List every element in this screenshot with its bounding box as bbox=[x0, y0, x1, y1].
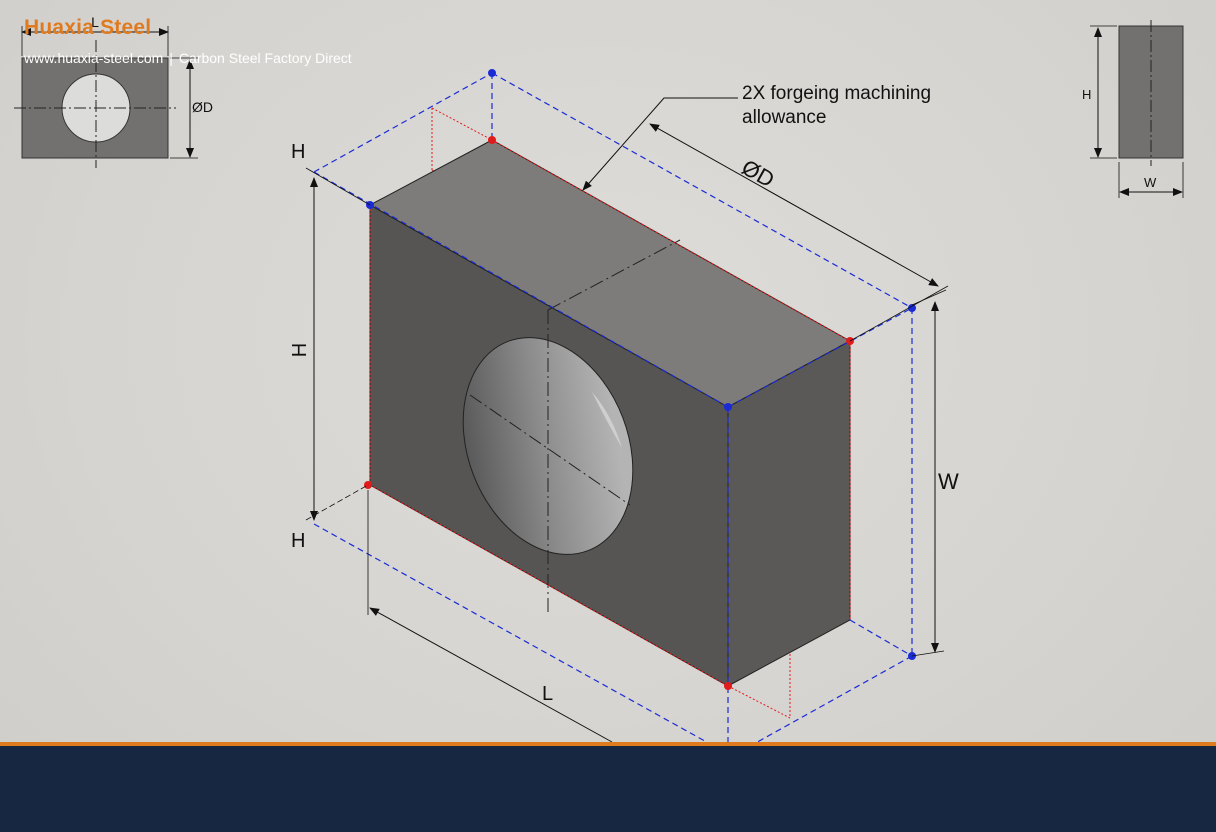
footer-bar bbox=[0, 742, 1216, 832]
annotation-line-1: 2X forgeing machining bbox=[742, 83, 931, 104]
brand-tagline: www.huaxia-steel.com | Carbon Steel Factor… bbox=[24, 50, 352, 66]
height-dimension: H H H bbox=[289, 141, 371, 552]
width-dimension: W bbox=[911, 289, 959, 657]
isometric-block: H H H W ØD L 2X forgeing machining allow… bbox=[289, 69, 959, 745]
front-view-diameter-label: ØD bbox=[192, 99, 213, 115]
technical-drawing: L ØD H W H H H W ØD L 2X forgeing machin… bbox=[14, 14, 1184, 745]
height-label-bottom: H bbox=[291, 530, 305, 552]
tagline-separator: | bbox=[169, 50, 173, 66]
brand-slogan: Carbon Steel Factory Direct bbox=[178, 50, 352, 66]
brand-website[interactable]: www.huaxia-steel.com bbox=[24, 50, 163, 66]
side-view: H W bbox=[1082, 20, 1184, 198]
side-view-height-label: H bbox=[1082, 87, 1091, 102]
annotation-line-2: allowance bbox=[742, 107, 827, 128]
height-label-top: H bbox=[291, 141, 305, 163]
length-label: L bbox=[542, 683, 553, 705]
side-view-width-label: W bbox=[1144, 175, 1157, 190]
height-label-side: H bbox=[289, 343, 311, 357]
diameter-label: ØD bbox=[738, 155, 779, 193]
width-label: W bbox=[938, 469, 959, 494]
brand-logo-text: Huaxia Steel bbox=[24, 16, 152, 39]
